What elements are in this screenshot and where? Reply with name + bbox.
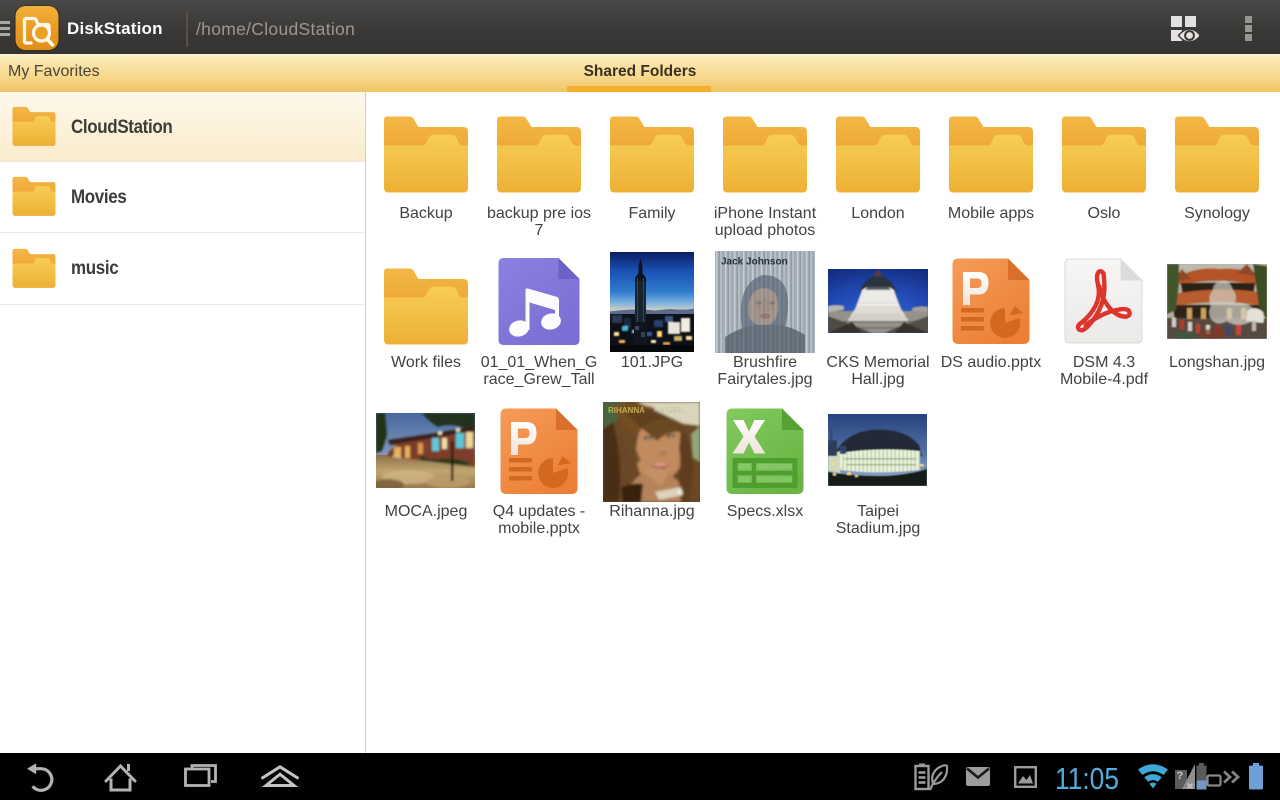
svg-text:Jack Johnson: Jack Johnson: [721, 257, 788, 268]
svg-text:A GIRL: A GIRL: [659, 406, 685, 415]
svg-text:RIHANNA: RIHANNA: [608, 406, 645, 415]
svg-text:?: ?: [1177, 770, 1184, 782]
